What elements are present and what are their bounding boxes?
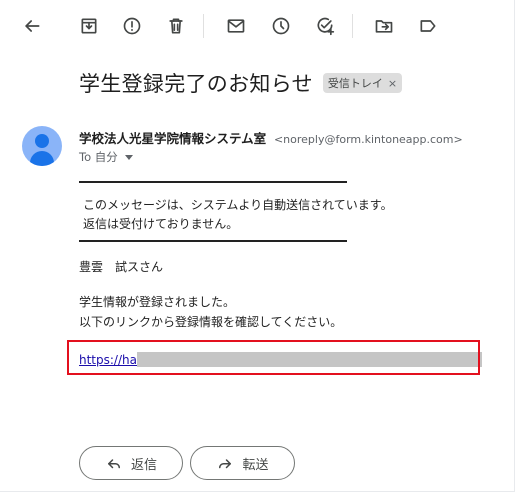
report-spam-button[interactable] <box>118 12 146 40</box>
remove-label-icon[interactable]: × <box>388 77 397 90</box>
mark-unread-button[interactable] <box>222 12 250 40</box>
label-icon <box>420 20 436 32</box>
forward-icon <box>219 459 232 469</box>
label-chip-text: 受信トレイ <box>327 77 383 90</box>
separator-rule <box>79 181 347 183</box>
chevron-down-icon <box>124 155 133 160</box>
toolbar-divider <box>203 14 204 38</box>
sender-avatar[interactable] <box>22 126 62 166</box>
notice-line-1: このメッセージは、システムより自動送信されています。 <box>83 198 393 212</box>
move-to-button[interactable] <box>370 12 398 40</box>
reply-icon <box>107 459 120 469</box>
add-to-tasks-button[interactable] <box>311 12 339 40</box>
notice-line-2: 返信は受付けておりません。 <box>83 217 239 231</box>
add-to-tasks-icon <box>317 17 335 36</box>
delete-icon <box>169 18 183 34</box>
reply-button[interactable]: 返信 <box>79 446 183 480</box>
forward-label: 転送 <box>242 457 269 473</box>
back-arrow-icon <box>25 20 40 32</box>
avatar-person-icon <box>35 134 49 148</box>
body-line-2: 以下のリンクから登録情報を確認してください。 <box>79 315 343 329</box>
forward-button[interactable]: 転送 <box>190 446 295 480</box>
reply-label: 返信 <box>130 457 157 473</box>
sender-line: 学校法人光星学院情報システム室 <noreply@form.kintoneapp… <box>79 128 463 147</box>
back-button[interactable] <box>18 12 46 40</box>
recipient-details-toggle[interactable]: To 自分 <box>79 149 133 165</box>
sender-email: <noreply@form.kintoneapp.com> <box>273 133 463 146</box>
label-button[interactable] <box>414 12 442 40</box>
archive-icon <box>81 18 97 34</box>
delete-button[interactable] <box>162 12 190 40</box>
archive-button[interactable] <box>75 12 103 40</box>
sender-name[interactable]: 学校法人光星学院情報システム室 <box>79 131 266 146</box>
subject-row: 学生登録完了のお知らせ 受信トレイ × <box>79 68 403 98</box>
move-to-icon <box>375 20 393 33</box>
snooze-icon <box>272 17 290 35</box>
email-subject: 学生登録完了のお知らせ <box>79 72 313 96</box>
toolbar-divider <box>352 14 353 38</box>
separator-rule <box>79 240 347 242</box>
snooze-button[interactable] <box>267 12 295 40</box>
email-view: 学生登録完了のお知らせ 受信トレイ × 学校法人光星学院情報システム室 <nor… <box>0 0 515 492</box>
mark-unread-icon <box>227 19 245 33</box>
highlight-annotation-box <box>67 340 480 375</box>
inbox-label-chip[interactable]: 受信トレイ × <box>322 73 403 93</box>
message-toolbar <box>0 0 516 52</box>
body-line-1: 学生情報が登録されました。 <box>79 295 236 309</box>
greeting: 豊雲 試スさん <box>79 260 164 274</box>
avatar-person-body <box>30 151 54 166</box>
report-spam-icon <box>123 17 141 35</box>
to-line-text: To 自分 <box>79 150 118 164</box>
